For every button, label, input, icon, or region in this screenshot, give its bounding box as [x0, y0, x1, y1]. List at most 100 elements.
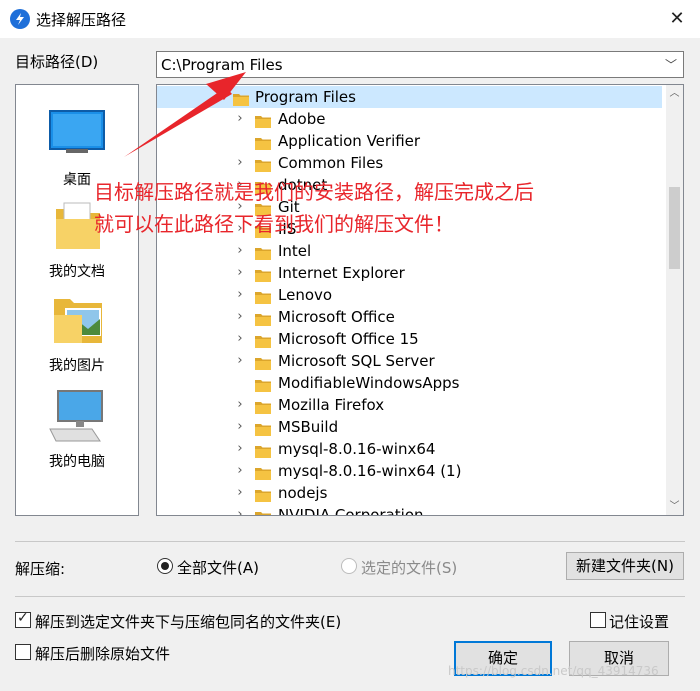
chevron-right-icon[interactable]: › — [233, 438, 247, 460]
radio-dot — [161, 562, 169, 570]
folder-icon — [255, 376, 271, 392]
folder-icon — [255, 486, 271, 502]
folder-icon — [255, 354, 271, 370]
delete-after-checkbox[interactable] — [15, 644, 31, 660]
remember-settings-label[interactable]: 记住设置 — [609, 611, 669, 632]
title-bar: 选择解压路径 ✕ — [0, 0, 700, 38]
radio-all-files[interactable] — [157, 558, 173, 574]
target-path-combobox[interactable]: C:\Program Files ﹀ — [156, 51, 684, 78]
tree-row-label: ModifiableWindowsApps — [278, 374, 460, 392]
chevron-right-icon[interactable]: › — [233, 350, 247, 372]
folder-tree[interactable]: ⌄ Program Files › Adobe Application Verifier… — [156, 84, 684, 516]
folder-icon — [255, 112, 271, 128]
place-label: 我的文档 — [49, 264, 105, 280]
chevron-right-icon[interactable]: › — [233, 284, 247, 306]
tree-row-label: Microsoft Office 15 — [278, 330, 419, 348]
window-title: 选择解压路径 — [36, 11, 127, 29]
close-icon: ✕ — [669, 8, 685, 29]
tree-row-label: Internet Explorer — [278, 264, 405, 282]
delete-after-label[interactable]: 解压后删除原始文件 — [35, 643, 170, 664]
folder-icon — [255, 442, 271, 458]
tree-row-label: Mozilla Firefox — [278, 396, 385, 414]
radio-all-files-label[interactable]: 全部文件(A) — [177, 557, 259, 578]
separator — [15, 596, 685, 597]
tree-row-label: Microsoft SQL Server — [278, 352, 435, 370]
radio-selected-files-label: 选定的文件(S) — [361, 559, 458, 577]
tree-row[interactable]: › Intel — [157, 240, 662, 262]
folder-icon — [255, 310, 271, 326]
tree-row[interactable]: › Microsoft SQL Server — [157, 350, 662, 372]
tree-row-label: Adobe — [278, 110, 326, 128]
folder-icon — [255, 134, 271, 150]
folder-icon — [255, 266, 271, 282]
place-label: 我的图片 — [49, 358, 105, 374]
chevron-right-icon[interactable]: › — [233, 240, 247, 262]
target-path-value: C:\Program Files — [161, 56, 283, 74]
tree-row[interactable]: › Mozilla Firefox — [157, 394, 662, 416]
folder-icon — [233, 90, 249, 106]
place-computer[interactable]: 我的电脑 — [16, 389, 138, 470]
tree-row[interactable]: › NVIDIA Corporation — [157, 504, 662, 516]
tree-row-label: Intel — [278, 242, 312, 260]
target-path-label: 目标路径(D) — [15, 53, 99, 71]
chevron-right-icon[interactable]: › — [233, 460, 247, 482]
chevron-down-icon[interactable]: ⌄ — [209, 86, 223, 108]
tree-row-label: mysql-8.0.16-winx64 (1) — [278, 462, 462, 480]
chevron-right-icon[interactable]: › — [233, 482, 247, 504]
check-icon: ✓ — [17, 610, 29, 626]
new-folder-button[interactable]: 新建文件夹(N) — [566, 552, 684, 580]
tree-row-label: mysql-8.0.16-winx64 — [278, 440, 436, 458]
tree-row-label: Lenovo — [278, 286, 333, 304]
tree-row[interactable]: › Common Files — [157, 152, 662, 174]
chevron-right-icon[interactable]: › — [233, 504, 247, 515]
chevron-right-icon[interactable]: › — [233, 416, 247, 438]
scroll-thumb[interactable] — [669, 187, 680, 269]
tree-scrollbar[interactable]: ︿ ﹀ — [666, 85, 683, 515]
folder-icon — [255, 244, 271, 260]
tree-row[interactable]: › mysql-8.0.16-winx64 — [157, 438, 662, 460]
chevron-right-icon[interactable]: › — [233, 306, 247, 328]
extract-to-subfolder-checkbox[interactable]: ✓ — [15, 610, 31, 628]
tree-row-label: Common Files — [278, 154, 384, 172]
folder-icon — [255, 288, 271, 304]
tree-row[interactable]: › Internet Explorer — [157, 262, 662, 284]
tree-row[interactable]: › Lenovo — [157, 284, 662, 306]
tree-row-label: Program Files — [255, 88, 356, 106]
tree-row[interactable]: ModifiableWindowsApps — [157, 372, 662, 394]
tree-row[interactable]: › Adobe — [157, 108, 662, 130]
annotation-line: 目标解压路径就是我们的安装路径，解压完成之后 — [94, 180, 534, 204]
tree-row[interactable]: › MSBuild — [157, 416, 662, 438]
extract-to-subfolder-label[interactable]: 解压到选定文件夹下与压缩包同名的文件夹(E) — [35, 611, 341, 632]
scroll-up-icon[interactable]: ︿ — [666, 85, 683, 102]
app-logo-icon — [10, 9, 30, 29]
place-pictures[interactable]: 我的图片 — [16, 293, 138, 374]
tree-row[interactable]: › mysql-8.0.16-winx64 (1) — [157, 460, 662, 482]
chevron-right-icon[interactable]: › — [233, 394, 247, 416]
scroll-down-icon[interactable]: ﹀ — [666, 498, 683, 515]
tree-row[interactable]: › Microsoft Office — [157, 306, 662, 328]
folder-icon — [255, 508, 271, 515]
close-button[interactable]: ✕ — [654, 0, 700, 38]
annotation-line: 就可以在此路径下看到我们的解压文件！ — [94, 212, 454, 236]
folder-icon — [255, 156, 271, 172]
tree-row[interactable]: › nodejs — [157, 482, 662, 504]
remember-settings-checkbox[interactable] — [590, 612, 606, 628]
tree-row-root[interactable]: ⌄ Program Files — [157, 86, 662, 108]
tree-row-label: Microsoft Office — [278, 308, 395, 326]
extract-label: 解压缩: — [15, 560, 66, 578]
places-panel: 桌面 我的文档 我的图片 我的电脑 — [15, 84, 139, 516]
chevron-right-icon[interactable]: › — [233, 262, 247, 284]
chevron-right-icon[interactable]: › — [233, 108, 247, 130]
tree-row[interactable]: › Microsoft Office 15 — [157, 328, 662, 350]
tree-row[interactable]: Application Verifier — [157, 130, 662, 152]
tree-row-label: MSBuild — [278, 418, 339, 436]
chevron-down-icon[interactable]: ﹀ — [665, 56, 677, 73]
pictures-folder-icon — [54, 299, 102, 343]
folder-icon — [255, 420, 271, 436]
computer-icon — [49, 390, 103, 442]
tree-row-label: NVIDIA Corporation — [278, 506, 424, 516]
folder-icon — [255, 464, 271, 480]
chevron-right-icon[interactable]: › — [233, 152, 247, 174]
radio-selected-files — [341, 558, 357, 574]
chevron-right-icon[interactable]: › — [233, 328, 247, 350]
